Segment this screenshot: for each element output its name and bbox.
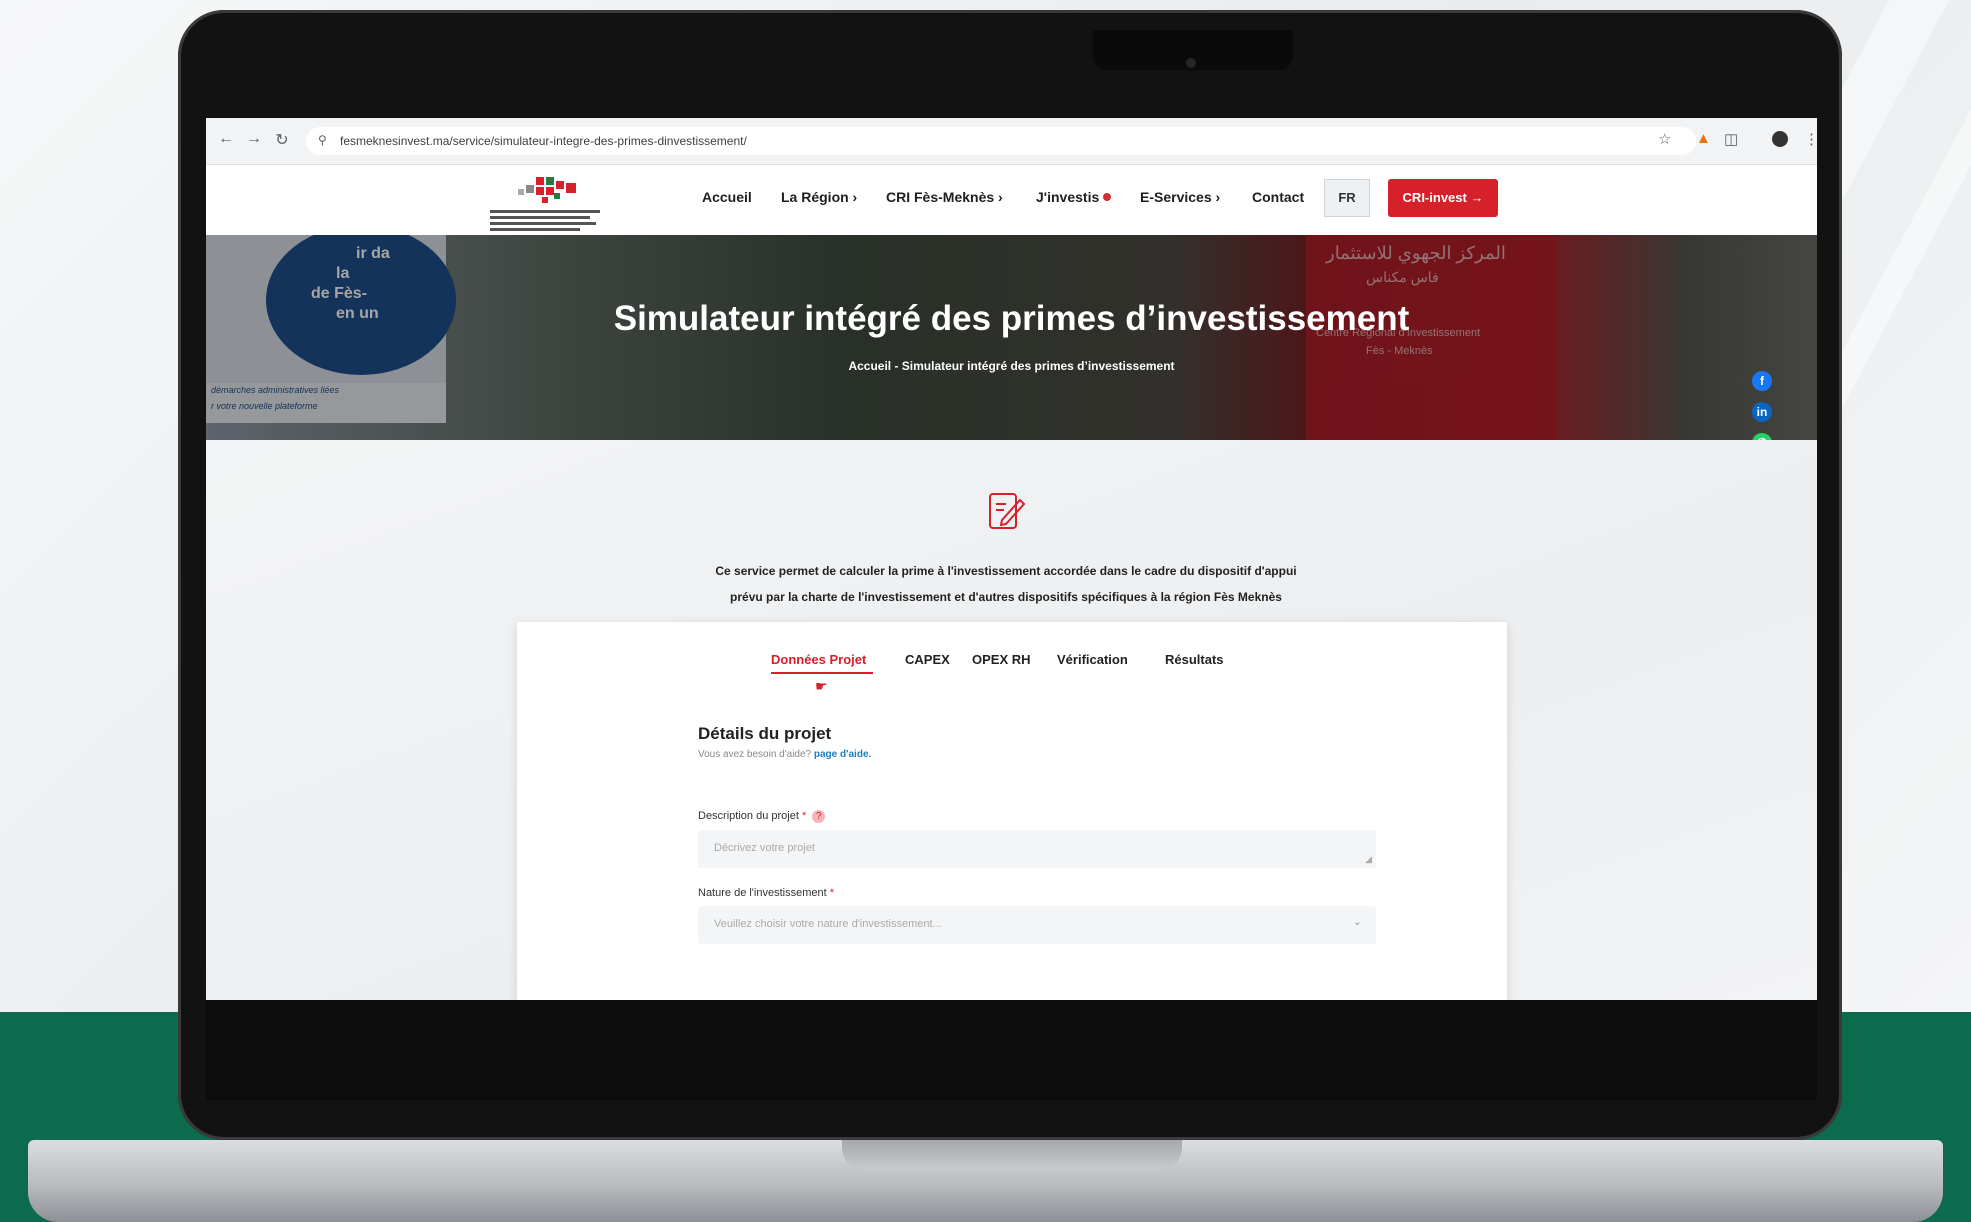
extension-flame-icon[interactable]: ▲ <box>1696 130 1711 147</box>
laptop-screen: ← → ↻ ⚲ fesmeknesinvest.ma/service/simul… <box>206 118 1817 1000</box>
tab-capex[interactable]: CAPEX <box>905 652 950 667</box>
mouse-pointer-icon: ☛ <box>815 678 828 694</box>
help-text: Vous avez besoin d'aide? page d'aide. <box>698 749 871 760</box>
nature-label-text: Nature de l'investissement <box>698 887 830 899</box>
nav-la-region[interactable]: La Région › <box>781 189 857 205</box>
nav-contact[interactable]: Contact <box>1252 189 1304 205</box>
required-mark: * <box>801 810 807 822</box>
notification-dot <box>1103 193 1112 201</box>
site-header: Accueil La Région › CRI Fès-Meknès › J'i… <box>206 165 1817 235</box>
required-mark: * <box>829 887 834 899</box>
nature-placeholder: Veuillez choisir votre nature d'investis… <box>714 918 942 930</box>
description-label: Description du projet *? <box>698 810 826 823</box>
star-icon[interactable]: ☆ <box>1658 130 1671 148</box>
main-content: Ce service permet de calculer la prime à… <box>206 440 1817 1000</box>
cri-invest-button[interactable]: CRI-invest → <box>1388 179 1498 217</box>
reload-icon[interactable]: ↻ <box>272 130 292 150</box>
nav-jinvestis-label: J'investis <box>1036 189 1100 205</box>
linkedin-icon[interactable]: in <box>1752 402 1772 422</box>
nature-label: Nature de l'investissement * <box>698 887 834 899</box>
screen-bezel-bottom <box>206 1000 1817 1100</box>
extensions-icon[interactable]: ◫ <box>1724 130 1738 148</box>
browser-chrome: ← → ↻ ⚲ fesmeknesinvest.ma/service/simul… <box>206 118 1817 165</box>
nav-accueil[interactable]: Accueil <box>702 189 752 205</box>
description-label-text: Description du projet <box>698 810 802 822</box>
help-prefix: Vous avez besoin d'aide? <box>698 749 814 760</box>
investment-nature-select[interactable]: Veuillez choisir votre nature d'investis… <box>698 906 1376 944</box>
help-icon[interactable]: ? <box>812 810 826 823</box>
laptop-base-notch <box>842 1140 1182 1170</box>
facebook-icon[interactable]: f <box>1752 371 1772 391</box>
site-info-icon[interactable]: ⚲ <box>318 133 327 147</box>
address-bar[interactable]: ⚲ fesmeknesinvest.ma/service/simulateur-… <box>306 127 1696 155</box>
logo-wordmark <box>490 207 600 234</box>
intro-line: prévu par la charte de l'investissement … <box>730 590 1282 604</box>
nav-e-services[interactable]: E-Services › <box>1140 189 1220 205</box>
tab-donnees-projet[interactable]: Données Projet <box>771 652 866 667</box>
tab-opex-rh[interactable]: OPEX RH <box>972 652 1031 667</box>
tab-verification[interactable]: Vérification <box>1057 652 1128 667</box>
intro-line: Ce service permet de calculer la prime à… <box>715 564 1297 578</box>
profile-icon[interactable] <box>1772 131 1788 147</box>
forward-icon[interactable]: → <box>244 130 264 148</box>
page-title: Simulateur intégré des primes d’investis… <box>613 299 1410 338</box>
cri-logo-icon[interactable] <box>506 175 586 205</box>
chevron-down-icon: ⌄ <box>1352 916 1362 928</box>
description-placeholder: Décrivez votre projet <box>714 842 815 854</box>
project-description-textarea[interactable]: Décrivez votre projet ◢ <box>698 830 1376 868</box>
simulator-card-body: Données Projet CAPEX OPEX RH Vérificatio… <box>541 622 1481 1000</box>
breadcrumb[interactable]: Accueil - Simulateur intégré des primes … <box>206 359 1817 373</box>
url-text: fesmeknesinvest.ma/service/simulateur-in… <box>340 134 747 148</box>
resize-handle-icon[interactable]: ◢ <box>1365 854 1372 865</box>
language-switch[interactable]: FR <box>1324 179 1370 217</box>
back-icon[interactable]: ← <box>216 130 236 148</box>
nav-cri-fes-meknes[interactable]: CRI Fès-Meknès › <box>886 189 1003 205</box>
active-tab-indicator <box>771 672 873 674</box>
section-title: Détails du projet <box>698 724 832 743</box>
menu-icon[interactable]: ⋮ <box>1804 130 1817 148</box>
intro-text: Ce service permet de calculer la prime à… <box>506 558 1506 610</box>
camera <box>1186 58 1196 68</box>
tab-resultats[interactable]: Résultats <box>1165 652 1224 667</box>
simulator-card: Données Projet CAPEX OPEX RH Vérificatio… <box>517 622 1507 1000</box>
help-page-link[interactable]: page d'aide. <box>814 749 871 760</box>
hero-banner: ir da la de Fès- en un démarches adminis… <box>206 235 1817 440</box>
nav-jinvestis[interactable]: J'investis <box>1036 189 1112 205</box>
edit-document-icon <box>989 493 1026 529</box>
